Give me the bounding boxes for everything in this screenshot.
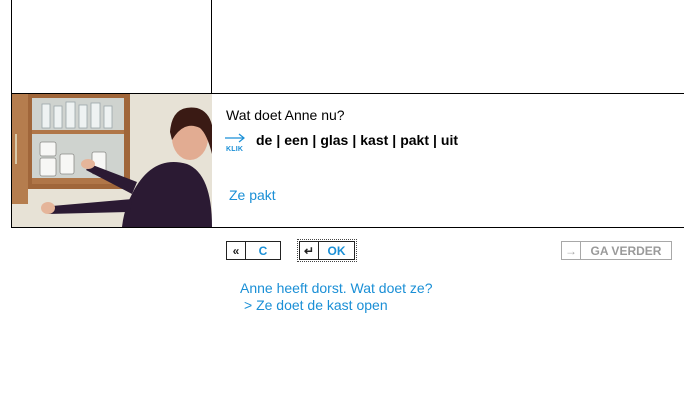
ok-button[interactable]: ↵ OK [297, 239, 357, 262]
word-kast[interactable]: kast [360, 132, 388, 148]
answer-text: Ze pakt [229, 187, 276, 203]
word-pakt[interactable]: pakt [400, 132, 429, 148]
feedback-line-1: Anne heeft dorst. Wat doet ze? [240, 280, 433, 296]
word-een[interactable]: een [284, 132, 308, 148]
arrow-right-icon: → [562, 242, 581, 259]
feedback-line-2: > Ze doet de kast open [244, 297, 388, 313]
clear-button-label: C [258, 243, 268, 258]
klik-hint: KLIK [224, 133, 248, 155]
word-separator: | [352, 132, 357, 148]
word-uit[interactable]: uit [441, 132, 458, 148]
klik-label: KLIK [226, 146, 244, 153]
word-de[interactable]: de [256, 132, 272, 148]
frame-top-divider [211, 0, 212, 93]
clear-button[interactable]: « C [226, 241, 281, 260]
frame-bottom-border [11, 227, 684, 228]
continue-button[interactable]: → GA VERDER [561, 241, 672, 260]
word-glas[interactable]: glas [320, 132, 348, 148]
scene-photo [12, 94, 212, 227]
word-separator: | [276, 132, 281, 148]
feedback-panel: Anne heeft dorst. Wat doet ze? > Ze doet… [240, 280, 433, 314]
ok-button-label: OK [327, 243, 346, 258]
word-separator: | [433, 132, 437, 148]
question-text: Wat doet Anne nu? [226, 107, 345, 123]
continue-button-label: GA VERDER [590, 243, 662, 258]
return-arrow-icon: ↵ [300, 242, 319, 259]
word-separator: | [312, 132, 317, 148]
word-separator: | [392, 132, 397, 148]
double-chevron-left-icon: « [227, 242, 246, 259]
word-choices: de | een | glas | kast | pakt | uit [256, 132, 458, 148]
arrow-right-icon [225, 133, 245, 143]
